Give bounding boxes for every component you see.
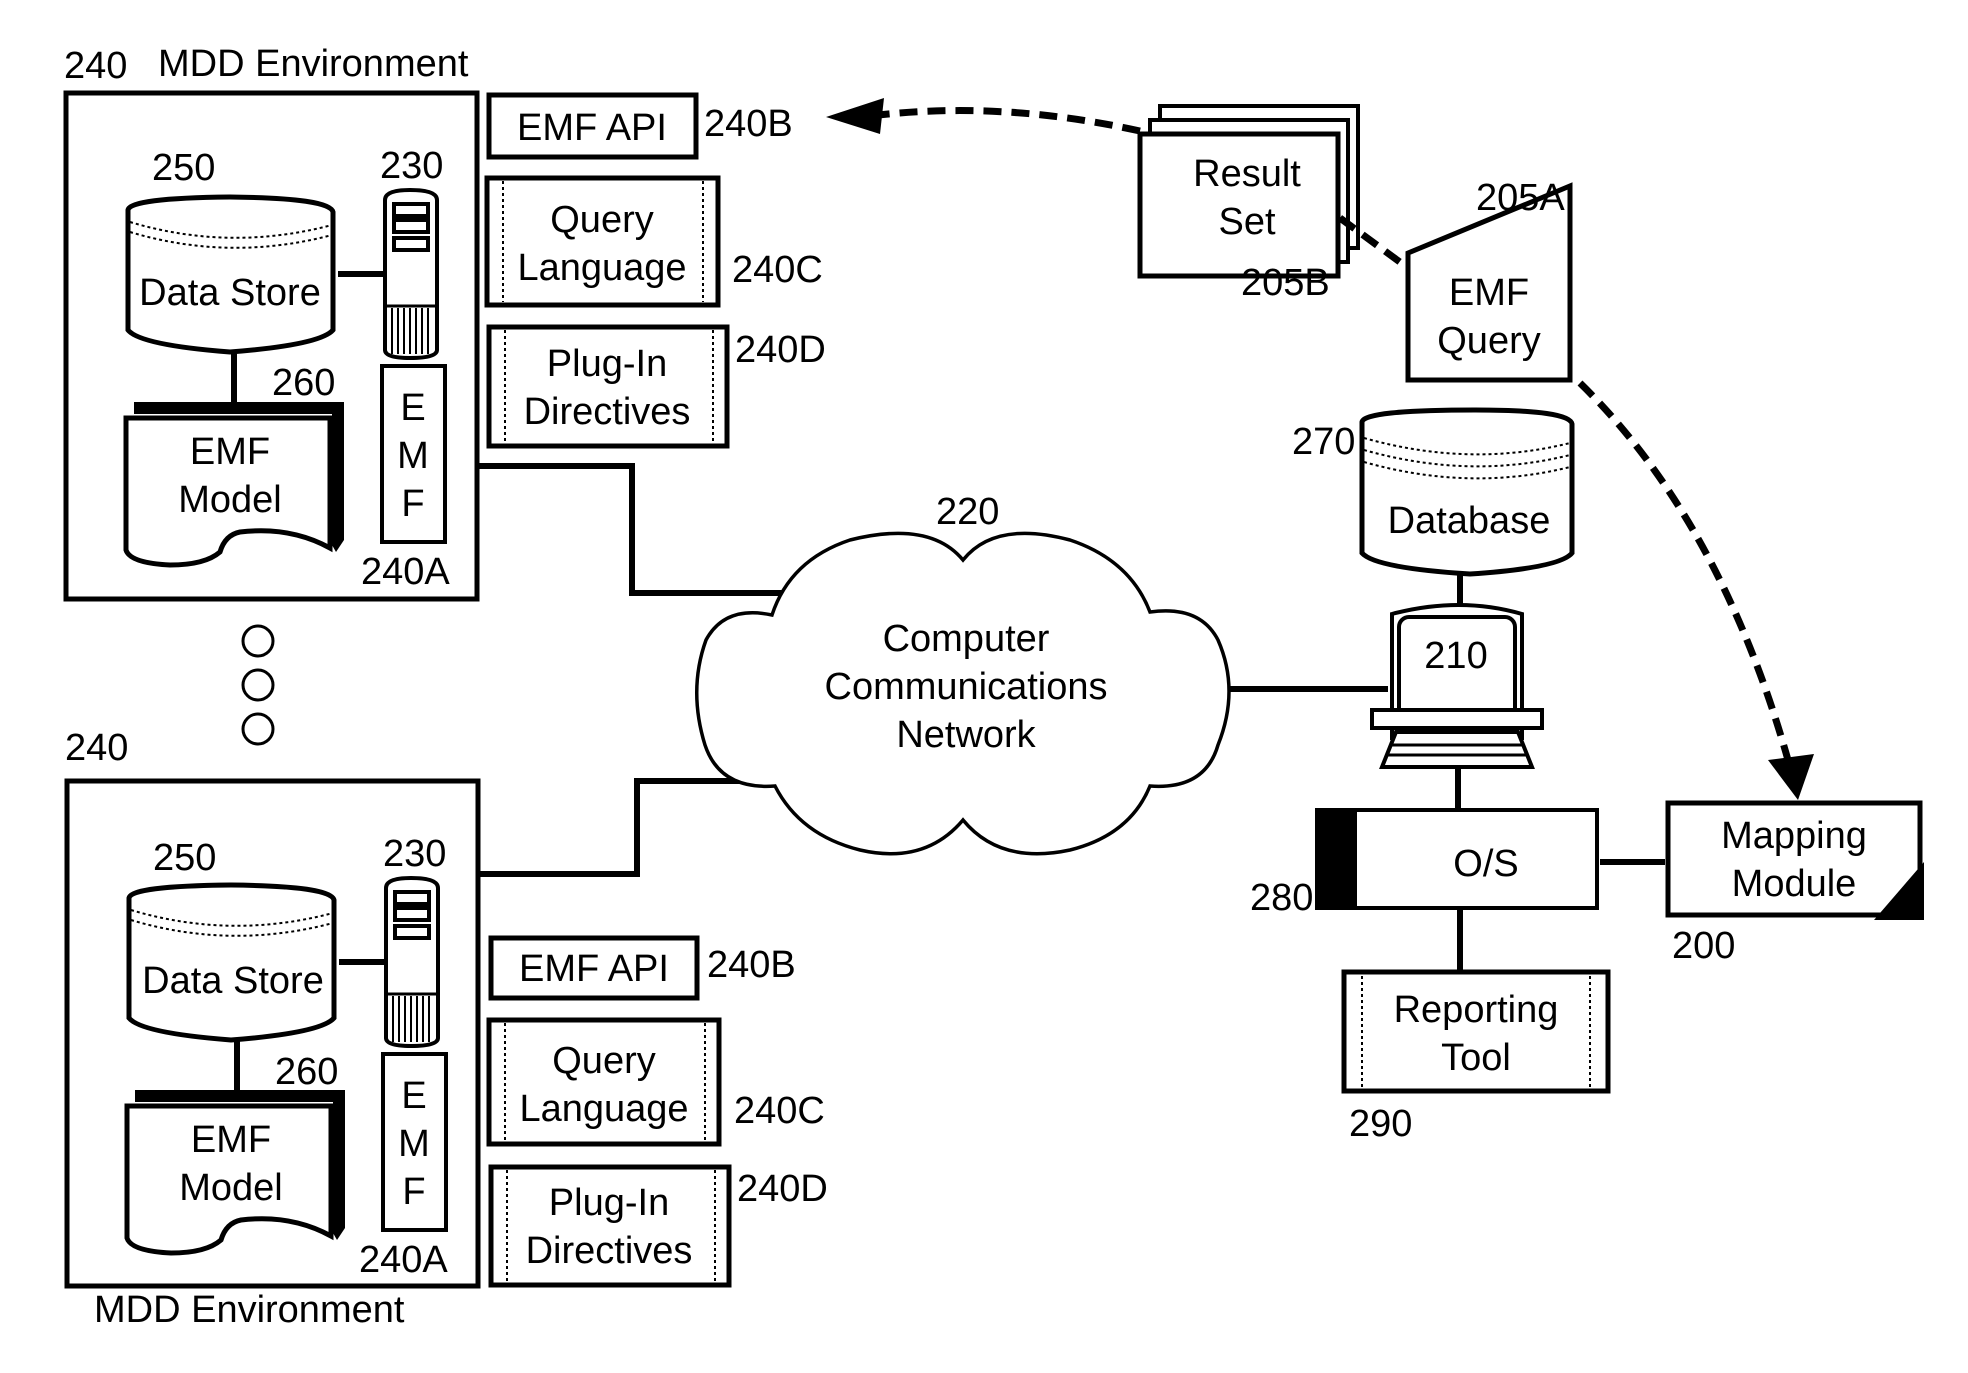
mapping-module-line1: Mapping (1721, 815, 1867, 857)
os-ref: 280 (1250, 877, 1313, 919)
emf-query-line1: EMF (1449, 272, 1529, 314)
reporting-tool-line2: Tool (1441, 1037, 1511, 1079)
query-language-line1: Query (552, 1040, 655, 1082)
environment-ref: 240 (64, 45, 127, 87)
system-diagram: 240 MDD Environment 250 Data Store 230 2… (63, 43, 1924, 1331)
data-store-ref: 250 (152, 147, 215, 189)
network-line3: Network (896, 714, 1036, 756)
emf-api-label: EMF API (519, 948, 669, 990)
emf-letter-m: M (398, 1123, 430, 1165)
emf-model-line1: EMF (190, 431, 270, 473)
network-ref: 220 (936, 491, 999, 533)
environment-title: MDD Environment (94, 1289, 405, 1331)
environment-title: MDD Environment (158, 43, 469, 85)
emf-api-ref: 240B (707, 944, 796, 986)
plugin-directives-ref: 240D (735, 329, 826, 371)
resultset-to-api-arrow (869, 107, 1141, 135)
top-environment-network-link (477, 463, 790, 596)
result-set-line2: Set (1218, 201, 1275, 243)
plugin-directives-line2: Directives (524, 391, 691, 433)
data-store-label: Data Store (142, 960, 324, 1002)
emf-letter-m: M (397, 435, 429, 477)
os-label: O/S (1453, 843, 1518, 885)
query-language-line2: Language (517, 247, 686, 289)
server-tower-icon (383, 187, 439, 361)
emf-query-ref: 205A (1476, 177, 1565, 219)
arrowhead-icon (826, 98, 884, 134)
environment-ref: 240 (65, 727, 128, 769)
server-ref: 230 (380, 145, 443, 187)
query-language-ref: 240C (734, 1090, 825, 1132)
emf-letter-f: F (401, 483, 424, 525)
computer-ref: 210 (1424, 635, 1487, 677)
query-language-line1: Query (550, 199, 653, 241)
plugin-directives-ref: 240D (737, 1168, 828, 1210)
more-environments-ellipsis-icon (241, 624, 275, 746)
emf-api-label: EMF API (517, 107, 667, 149)
result-set-line1: Result (1193, 153, 1301, 195)
mdd-environment-top: 240 MDD Environment 250 Data Store 230 2… (63, 43, 826, 602)
database-cylinder-icon (1359, 407, 1575, 577)
result-set-ref: 205B (1241, 262, 1330, 304)
emf-model-line2: Model (179, 1167, 283, 1209)
emf-query-line2: Query (1437, 320, 1540, 362)
data-store-label: Data Store (139, 272, 321, 314)
emf-model-ref: 260 (272, 362, 335, 404)
data-store-ref: 250 (153, 837, 216, 879)
emf-model-line1: EMF (191, 1119, 271, 1161)
plugin-directives-line1: Plug-In (547, 343, 667, 385)
mdd-environment-bottom: 240 250 Data Store 230 260 EMF Model E M… (64, 727, 828, 1331)
emf-letter-f: F (402, 1171, 425, 1213)
bottom-environment-network-link (477, 778, 790, 877)
plugin-directives-line1: Plug-In (549, 1182, 669, 1224)
reporting-tool-line1: Reporting (1394, 989, 1559, 1031)
server-ref: 230 (383, 833, 446, 875)
emf-model-ref: 260 (275, 1051, 338, 1093)
query-language-line2: Language (519, 1088, 688, 1130)
computer-workstation-icon (1370, 603, 1544, 769)
query-to-mapping-arrow (1577, 380, 1792, 761)
os-box-bar (1317, 810, 1357, 908)
emf-letter-e: E (400, 387, 425, 429)
plugin-directives-line2: Directives (526, 1230, 693, 1272)
network-line2: Communications (825, 666, 1108, 708)
mapping-module-line2: Module (1732, 863, 1857, 905)
mapping-module-ref: 200 (1672, 925, 1735, 967)
server-tower-icon (384, 875, 440, 1049)
query-language-ref: 240C (732, 249, 823, 291)
database-label: Database (1388, 500, 1551, 542)
arrowhead-icon (1768, 754, 1814, 800)
emf-model-line2: Model (178, 479, 282, 521)
network-line1: Computer (883, 618, 1050, 660)
emf-api-ref: 240B (704, 103, 793, 145)
emf-ref: 240A (359, 1239, 448, 1281)
emf-letter-e: E (401, 1075, 426, 1117)
emf-ref: 240A (361, 551, 450, 593)
database-ref: 270 (1292, 421, 1355, 463)
reporting-tool-ref: 290 (1349, 1103, 1412, 1145)
